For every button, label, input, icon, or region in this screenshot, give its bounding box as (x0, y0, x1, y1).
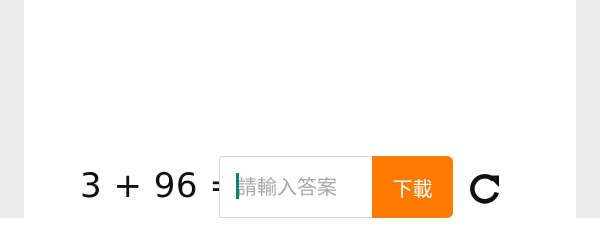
answer-input[interactable] (220, 157, 372, 217)
captcha-equation: 3 + 96 = (80, 166, 239, 206)
answer-field[interactable] (219, 156, 372, 218)
captcha-row: 3 + 96 = 下載 (0, 156, 600, 218)
download-button[interactable]: 下載 (372, 156, 453, 218)
text-caret (236, 173, 239, 199)
refresh-icon[interactable] (466, 170, 504, 208)
page: 3 + 96 = 下載 (0, 0, 600, 218)
